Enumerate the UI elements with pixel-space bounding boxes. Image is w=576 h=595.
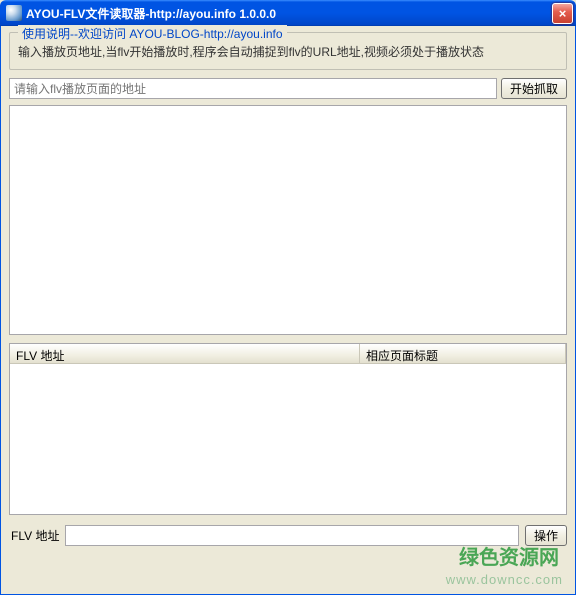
url-input[interactable] xyxy=(9,78,497,99)
results-listview[interactable]: FLV 地址 相应页面标题 xyxy=(9,343,567,515)
flv-address-input[interactable] xyxy=(65,525,519,546)
bottom-row: FLV 地址 操作 xyxy=(9,525,567,546)
close-button[interactable]: × xyxy=(552,3,573,24)
window-title: AYOU-FLV文件读取器-http://ayou.info 1.0.0.0 xyxy=(26,5,552,22)
titlebar: AYOU-FLV文件读取器-http://ayou.info 1.0.0.0 × xyxy=(0,0,576,26)
column-page-title[interactable]: 相应页面标题 xyxy=(360,344,566,363)
instruction-text: 输入播放页地址,当flv开始播放时,程序会自动捕捉到flv的URL地址,视频必须… xyxy=(18,43,558,61)
column-flv-address[interactable]: FLV 地址 xyxy=(10,344,360,363)
action-button[interactable]: 操作 xyxy=(525,525,567,546)
app-icon xyxy=(6,5,22,21)
watermark-url: www.downcc.com xyxy=(446,572,563,587)
log-textarea[interactable] xyxy=(9,105,567,335)
close-icon: × xyxy=(559,6,567,21)
instructions-groupbox: 使用说明--欢迎访问 AYOU-BLOG-http://ayou.info 输入… xyxy=(9,32,567,70)
start-capture-button[interactable]: 开始抓取 xyxy=(501,78,567,99)
url-input-row: 开始抓取 xyxy=(9,78,567,99)
groupbox-title: 使用说明--欢迎访问 AYOU-BLOG-http://ayou.info xyxy=(18,25,287,42)
flv-address-label: FLV 地址 xyxy=(9,527,59,544)
listview-header: FLV 地址 相应页面标题 xyxy=(10,344,566,364)
window-body: 使用说明--欢迎访问 AYOU-BLOG-http://ayou.info 输入… xyxy=(0,26,576,595)
